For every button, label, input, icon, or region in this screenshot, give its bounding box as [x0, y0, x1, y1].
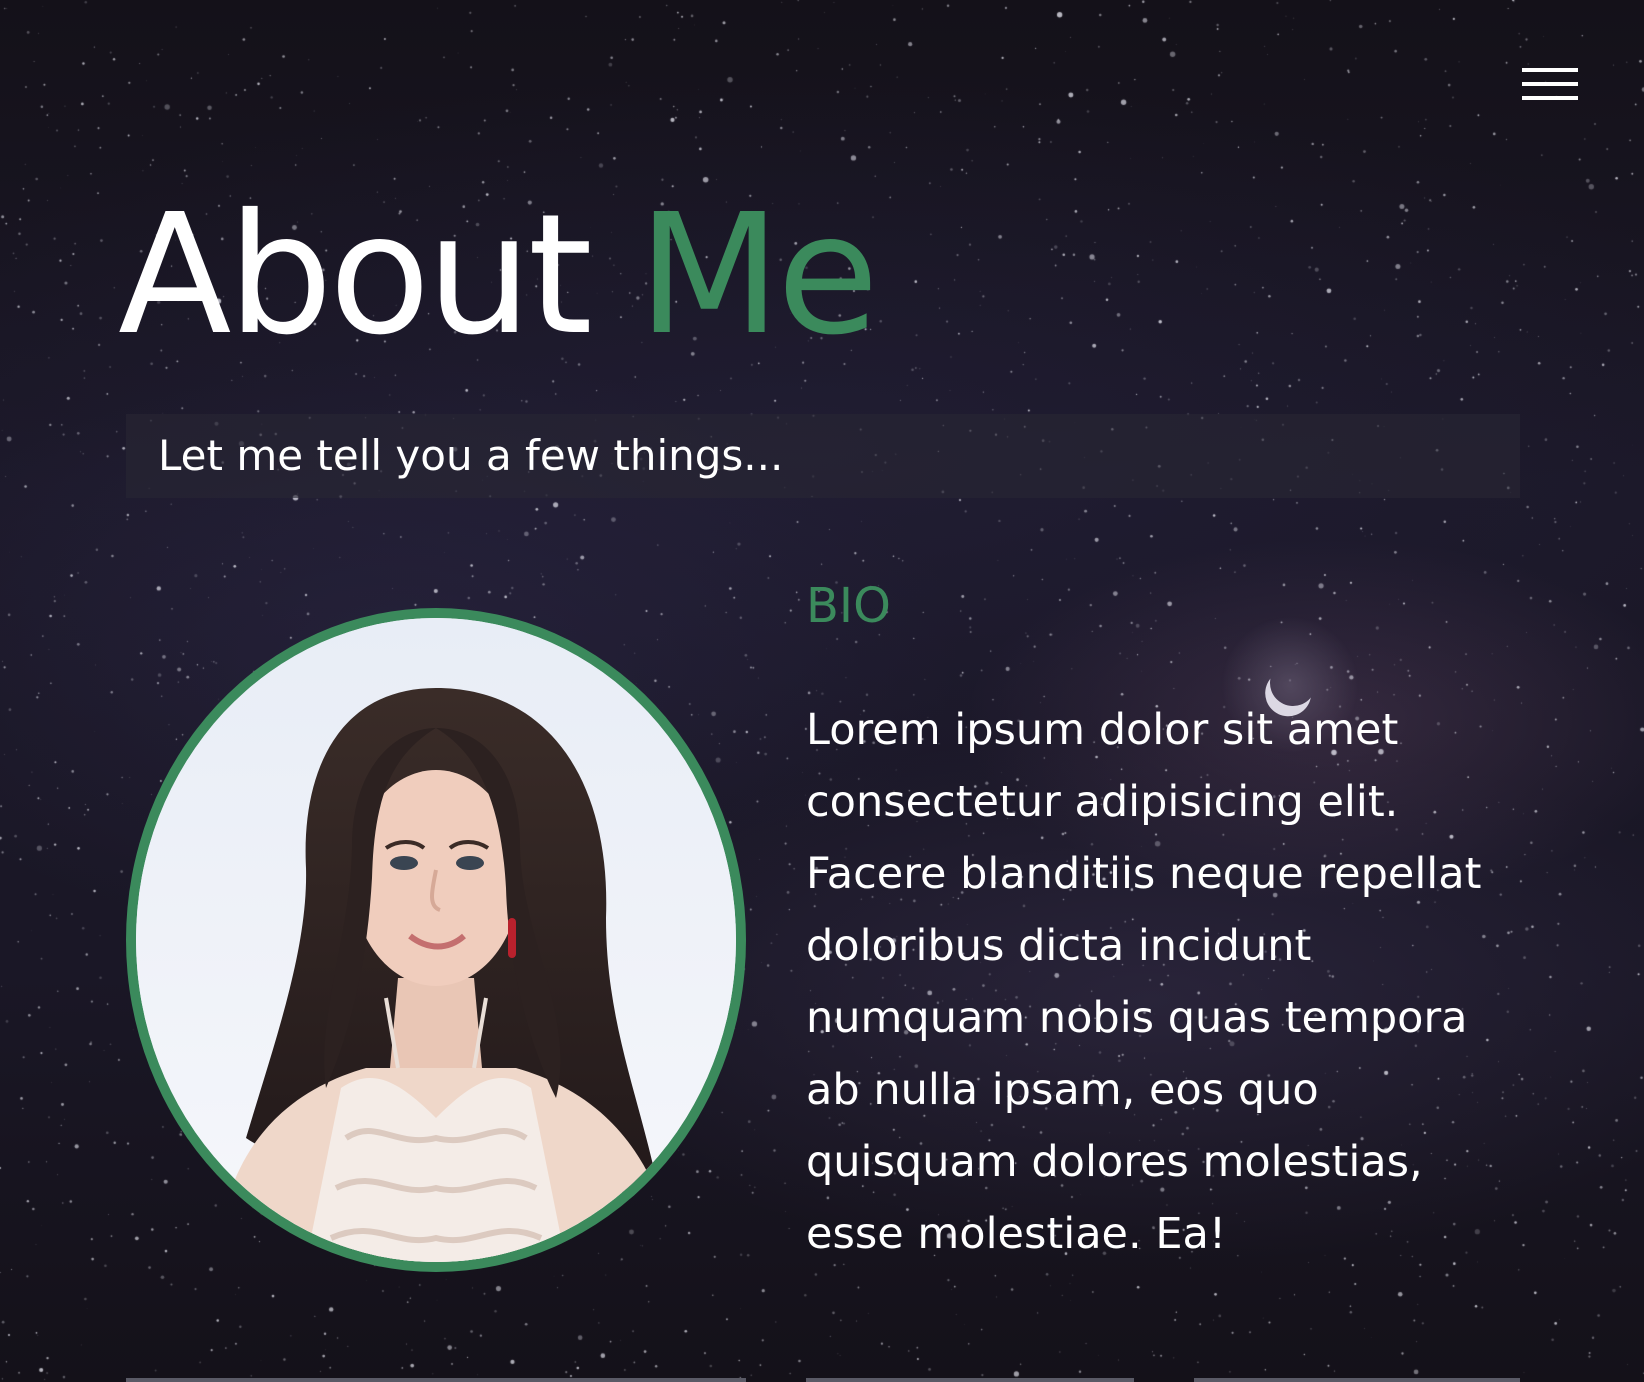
- subtitle-bar: Let me tell you a few things...: [126, 414, 1520, 498]
- subtitle-text: Let me tell you a few things...: [158, 431, 784, 480]
- profile-photo-illustration: [136, 618, 736, 1262]
- divider-line: [806, 1378, 1134, 1382]
- divider-line: [126, 1378, 746, 1382]
- hamburger-menu-icon: [1522, 68, 1578, 72]
- hamburger-menu-icon: [1522, 96, 1578, 100]
- hamburger-menu-button[interactable]: [1518, 64, 1578, 108]
- page-title-plain: About: [118, 179, 593, 372]
- bio-paragraph: Lorem ipsum dolor sit amet consectetur a…: [806, 705, 1482, 1259]
- page-title: About Me: [118, 176, 879, 376]
- profile-photo: [126, 608, 746, 1272]
- hamburger-menu-icon: [1522, 82, 1578, 86]
- divider-line: [1194, 1378, 1520, 1382]
- page-title-accent: Me: [637, 179, 879, 372]
- bio-heading: BIO: [806, 578, 891, 634]
